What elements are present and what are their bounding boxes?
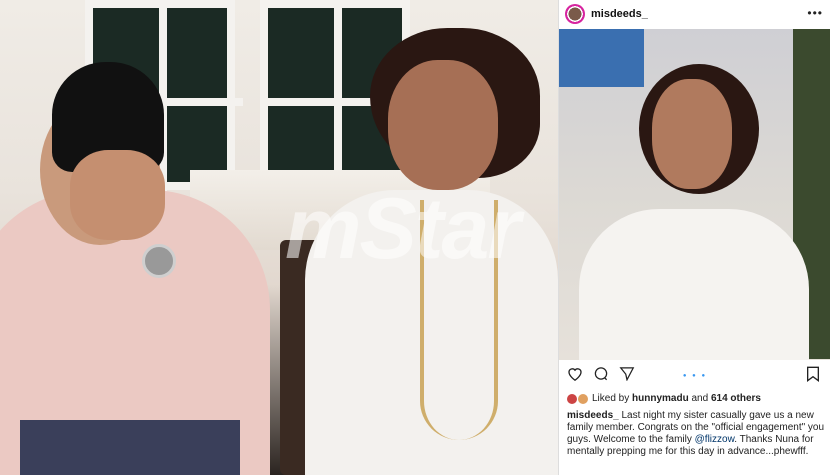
likes-count[interactable]: 614 others [711, 393, 761, 404]
likes-and: and [691, 393, 709, 404]
post-photo[interactable] [559, 29, 830, 360]
left-photo: mStar [0, 0, 558, 475]
bookmark-icon[interactable] [806, 366, 820, 386]
avatar [567, 393, 577, 404]
caption: misdeeds_ Last night my sister casually … [567, 410, 825, 458]
likes-user[interactable]: hunnymadu [632, 393, 689, 404]
wristwatch [142, 244, 176, 278]
watermark-logo: mStar [285, 181, 521, 277]
man-hand [70, 150, 165, 240]
more-options-icon[interactable]: ••• [807, 6, 823, 20]
man-sarong [20, 420, 240, 475]
carousel-dots: ● ● ● [682, 373, 708, 379]
woman-face [388, 60, 498, 190]
post-username[interactable]: misdeeds_ [591, 8, 648, 20]
caption-mention[interactable]: @flizzow [695, 434, 735, 445]
instagram-post: misdeeds_ ••• ● ● ● Liked by hunnymadu a… [558, 0, 830, 475]
avatar [578, 393, 588, 404]
avatar[interactable] [565, 4, 585, 24]
woman-face [652, 79, 732, 189]
likes-prefix: Liked by [592, 393, 630, 404]
post-header: misdeeds_ ••• [559, 0, 830, 28]
caption-username[interactable]: misdeeds_ [567, 410, 619, 421]
woman-body [579, 209, 809, 360]
likes-line: Liked by hunnymadu and 614 others [567, 393, 761, 404]
painting [559, 29, 644, 87]
